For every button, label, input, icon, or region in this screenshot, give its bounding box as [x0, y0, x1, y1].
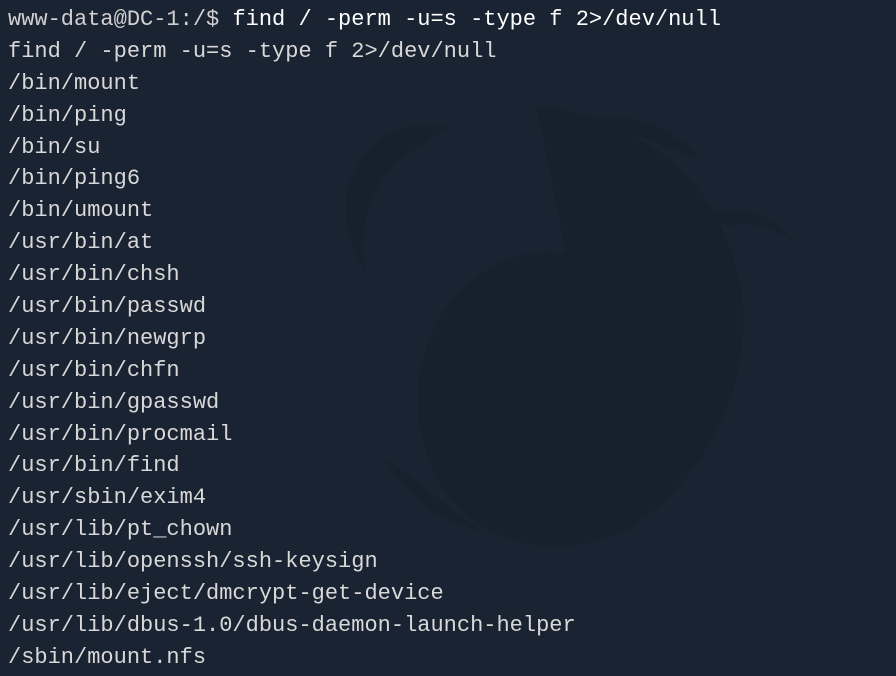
output-line: /usr/sbin/exim4 — [8, 482, 888, 514]
output-line: /bin/umount — [8, 195, 888, 227]
output-line: /usr/bin/gpasswd — [8, 387, 888, 419]
shell-prompt: www-data@DC-1:/$ — [8, 7, 232, 32]
output-line: /usr/bin/procmail — [8, 419, 888, 451]
prompt-line[interactable]: www-data@DC-1:/$ find / -perm -u=s -type… — [8, 4, 888, 36]
output-line: /usr/bin/chsh — [8, 259, 888, 291]
command-echo: find / -perm -u=s -type f 2>/dev/null — [8, 36, 888, 68]
output-line: /usr/lib/pt_chown — [8, 514, 888, 546]
output-line: /usr/bin/chfn — [8, 355, 888, 387]
output-line: /bin/ping — [8, 100, 888, 132]
terminal-output[interactable]: www-data@DC-1:/$ find / -perm -u=s -type… — [8, 4, 888, 674]
output-line: /bin/su — [8, 132, 888, 164]
output-line: /bin/mount — [8, 68, 888, 100]
output-line: /usr/bin/newgrp — [8, 323, 888, 355]
output-line: /usr/lib/openssh/ssh-keysign — [8, 546, 888, 578]
output-line: /usr/bin/at — [8, 227, 888, 259]
output-line: /usr/lib/eject/dmcrypt-get-device — [8, 578, 888, 610]
output-line: /usr/lib/dbus-1.0/dbus-daemon-launch-hel… — [8, 610, 888, 642]
command-text: find / -perm -u=s -type f 2>/dev/null — [232, 7, 720, 32]
output-line: /bin/ping6 — [8, 163, 888, 195]
output-line: /usr/bin/find — [8, 450, 888, 482]
output-line: /sbin/mount.nfs — [8, 642, 888, 674]
output-line: /usr/bin/passwd — [8, 291, 888, 323]
